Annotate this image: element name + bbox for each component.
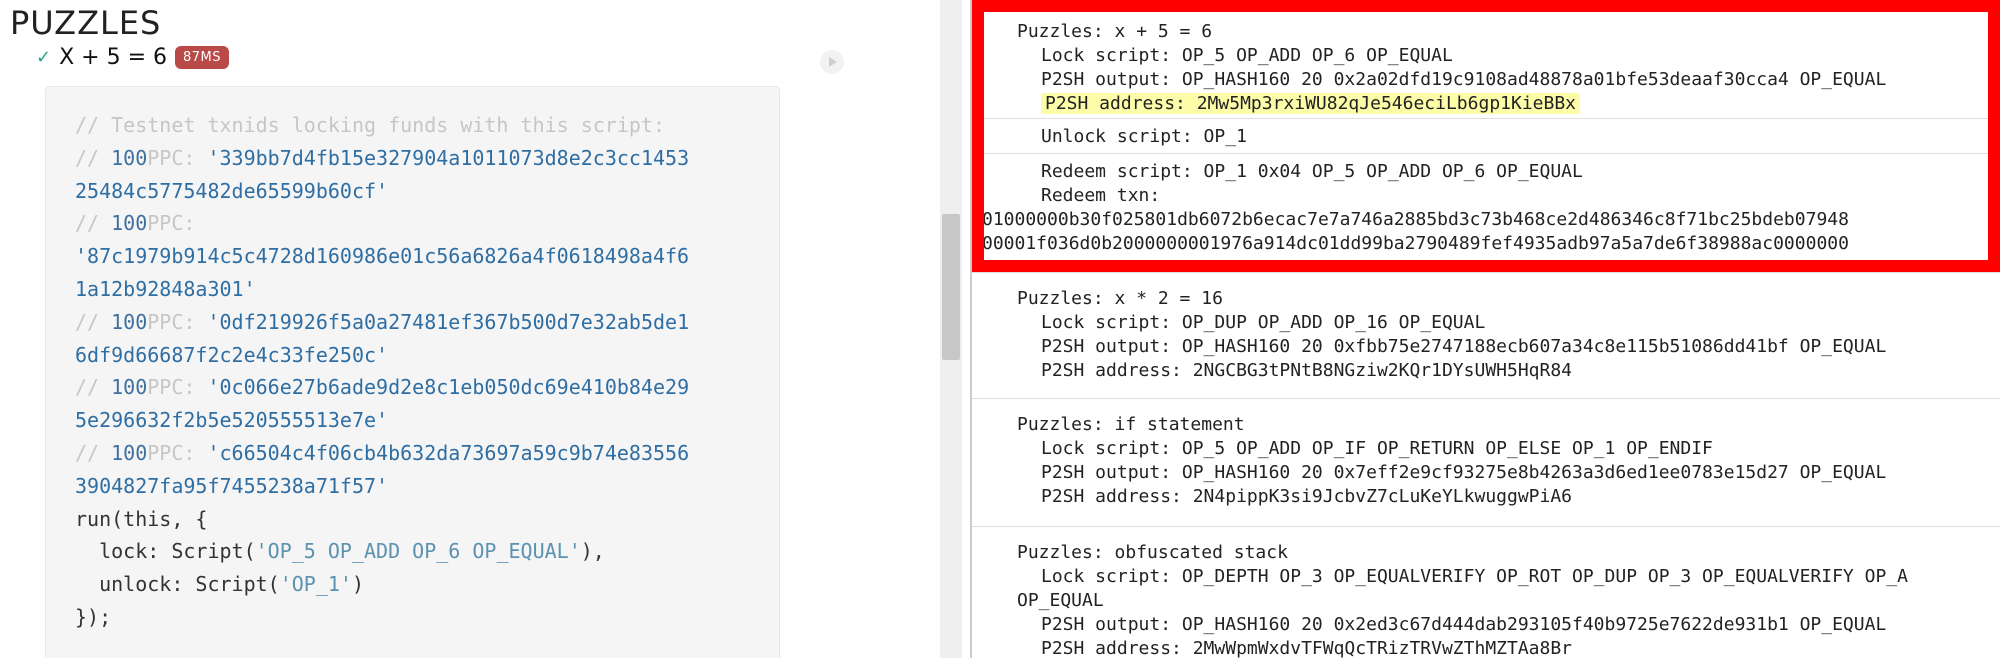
lock-script: Lock script: OP_DEPTH OP_3 OP_EQUALVERIF… <box>1041 566 1908 587</box>
block-title: Puzzles: obfuscated stack <box>1017 542 1288 563</box>
code-line: 1a12b92848a301' <box>75 276 256 301</box>
p2sh-output: P2SH output: OP_HASH160 20 0x7eff2e9cf93… <box>1041 462 1887 483</box>
code-line: // 100PPC: '339bb7d4fb15e327904a1011073d… <box>75 145 690 170</box>
p2sh-output: P2SH output: OP_HASH160 20 0xfbb75e27471… <box>1041 336 1887 357</box>
p2sh-address: P2SH address: 2N4pippK3si9JcbvZ7cLuKeYLk… <box>1041 486 1573 507</box>
output-block: Puzzles: if statement Lock script: OP_5 … <box>972 398 2000 517</box>
p2sh-output: P2SH output: OP_HASH160 20 0x2ed3c67d444… <box>1041 614 1887 635</box>
p2sh-address: P2SH address: 2MwWpmWxdvTFWqQcTRizTRVwZT… <box>1041 638 1573 658</box>
code-line: 3904827fa95f7455238a71f57' <box>75 473 389 498</box>
play-icon[interactable] <box>820 50 844 74</box>
lock-script: Lock script: OP_DUP OP_ADD OP_16 OP_EQUA… <box>1041 312 1486 333</box>
code-line: run(this, { <box>75 506 208 531</box>
code-line: // 100PPC: 'c66504c4f06cb4b632da73697a59… <box>75 440 690 465</box>
code-line: // 100PPC: '0c066e27b6ade9d2e8c1eb050dc6… <box>75 375 690 400</box>
code-line: lock: Script('OP_5 OP_ADD OP_6 OP_EQUAL'… <box>75 539 605 564</box>
console-output: Puzzles: x + 5 = 6 Lock script: OP_5 OP_… <box>972 0 2000 658</box>
code-line: }); <box>75 604 112 629</box>
code-block: // Testnet txnids locking funds with thi… <box>45 86 780 658</box>
scrollbar-thumb[interactable] <box>942 214 960 360</box>
lock-script-wrap: OP_EQUAL <box>1017 590 1104 611</box>
check-icon: ✓ <box>36 46 52 68</box>
code-line: 5e296632f2b5e520555513e7e' <box>75 408 389 433</box>
code-line: // 100PPC: <box>75 211 196 236</box>
lock-script: Lock script: OP_5 OP_ADD OP_IF OP_RETURN… <box>1041 438 1713 459</box>
test-name[interactable]: X + 5 = 6 <box>59 45 167 70</box>
output-block: Puzzles: obfuscated stack Lock script: O… <box>972 526 2000 658</box>
code-line: // 100PPC: '0df219926f5a0a27481ef367b500… <box>75 309 690 334</box>
block-title: Puzzles: if statement <box>1017 414 1245 435</box>
block-title: Puzzles: x * 2 = 16 <box>1017 288 1223 309</box>
test-panel: PUZZLES ✓ X + 5 = 6 87MS // Testnet txni… <box>0 0 940 658</box>
p2sh-address: P2SH address: 2NGCBG3tPNtB8NGziw2KQr1DYs… <box>1041 360 1573 381</box>
highlight-box <box>972 0 2000 272</box>
page-title: PUZZLES <box>10 4 162 42</box>
output-block: Puzzles: x * 2 = 16 Lock script: OP_DUP … <box>972 272 2000 389</box>
scrollbar[interactable] <box>940 0 962 658</box>
duration-badge: 87MS <box>175 45 230 69</box>
test-result-row[interactable]: ✓ X + 5 = 6 87MS <box>36 44 230 70</box>
code-comment: // Testnet txnids locking funds with thi… <box>75 113 666 137</box>
code-line: unlock: Script('OP_1') <box>75 572 364 597</box>
code-line: 6df9d66687f2c2e4c33fe250c' <box>75 342 389 367</box>
code-line: '87c1979b914c5c4728d160986e01c56a6826a4f… <box>75 244 690 269</box>
code-line: 25484c5775482de65599b60cf' <box>75 178 389 203</box>
